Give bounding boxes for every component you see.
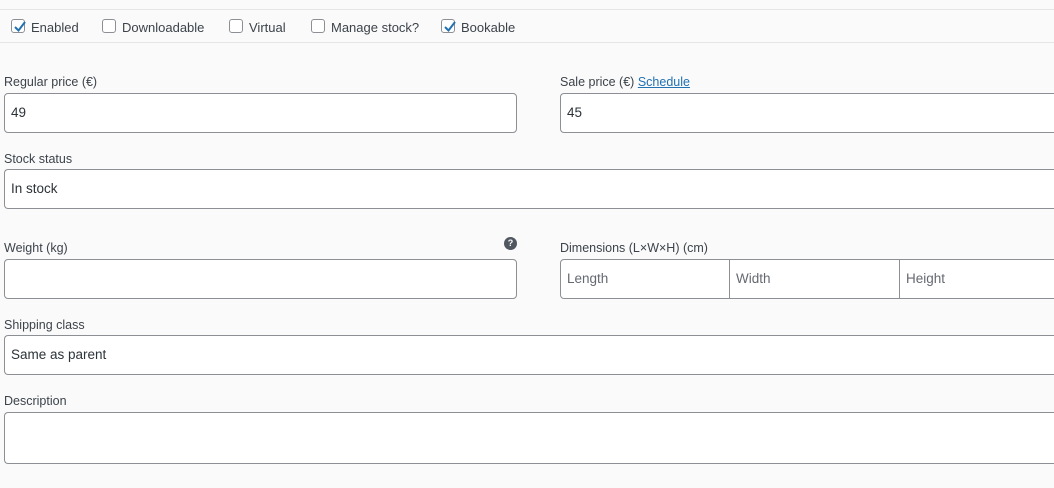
regular-price-label: Regular price (€) (4, 75, 98, 89)
option-virtual[interactable]: Virtual (229, 18, 286, 35)
enabled-checkbox[interactable] (11, 19, 26, 33)
regular-price-input[interactable]: 49 (4, 93, 517, 133)
height-input[interactable]: Height (899, 259, 1054, 299)
stock-status-select[interactable]: In stock (4, 169, 1054, 209)
sale-price-input[interactable]: 45 (560, 93, 1054, 133)
manage-stock-label: Manage stock? (331, 20, 420, 35)
shipping-class-label: Shipping class (4, 318, 85, 332)
option-bookable[interactable]: Bookable (441, 18, 516, 35)
bookable-label: Bookable (461, 20, 516, 35)
checkmark-icon (444, 21, 456, 33)
width-input[interactable]: Width (729, 259, 900, 299)
option-downloadable[interactable]: Downloadable (102, 18, 205, 35)
stock-status-label: Stock status (4, 152, 73, 166)
manage-stock-checkbox[interactable] (311, 19, 325, 33)
checkmark-icon (14, 21, 26, 33)
sale-price-label: Sale price (€) Schedule (560, 75, 690, 89)
dimensions-label: Dimensions (L×W×H) (cm) (560, 241, 708, 255)
virtual-checkbox[interactable] (229, 19, 243, 33)
variation-panel: Enabled Downloadable Virtual Manage stoc… (0, 0, 1054, 488)
bookable-checkbox[interactable] (441, 19, 456, 33)
schedule-link[interactable]: Schedule (638, 75, 690, 89)
description-label: Description (4, 394, 67, 408)
downloadable-checkbox[interactable] (102, 19, 116, 33)
shipping-class-select[interactable]: Same as parent (4, 335, 1054, 375)
weight-label: Weight (kg) (4, 241, 68, 255)
enabled-label: Enabled (31, 20, 79, 35)
options-divider (0, 42, 1054, 43)
virtual-label: Virtual (249, 20, 286, 35)
weight-input[interactable] (4, 259, 517, 299)
downloadable-label: Downloadable (122, 20, 205, 35)
question-circle-icon[interactable]: ? (504, 237, 517, 250)
top-divider (0, 9, 1054, 10)
length-input[interactable]: Length (560, 259, 730, 299)
sale-price-label-text: Sale price (€) (560, 75, 635, 89)
option-manage-stock[interactable]: Manage stock? (311, 18, 420, 35)
option-enabled[interactable]: Enabled (11, 18, 79, 35)
description-textarea[interactable] (4, 412, 1054, 464)
